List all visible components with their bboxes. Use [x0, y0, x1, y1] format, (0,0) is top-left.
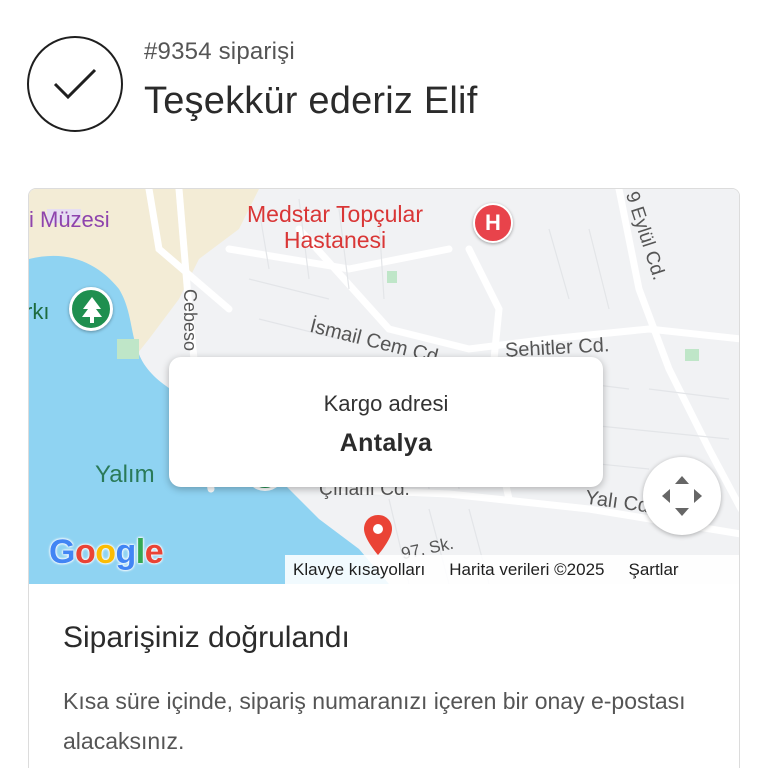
- google-logo-letter: o: [74, 533, 96, 571]
- fullscreen-button[interactable]: [643, 457, 721, 535]
- confirmation-description: Kısa süre içinde, sipariş numaranızı içe…: [63, 688, 686, 754]
- confirmation-title: Siparişiniz doğrulandı: [63, 621, 350, 654]
- google-logo-letter: l: [135, 533, 145, 571]
- google-logo: Google: [49, 533, 164, 572]
- google-logo-letter: g: [115, 533, 137, 571]
- expand-arrows-icon: [662, 476, 702, 516]
- map-attribution-bar: Klavye kısayolları Harita verileri ©2025…: [285, 555, 739, 584]
- shipping-address-bubble: Kargo adresi Antalya: [169, 357, 603, 487]
- order-number: #9354 siparişi: [144, 38, 295, 65]
- thank-you-heading: Teşekkür ederiz Elif: [144, 80, 478, 122]
- hospital-icon[interactable]: H: [473, 203, 513, 243]
- park-tree-icon[interactable]: [69, 287, 113, 331]
- shipping-address-city: Antalya: [339, 429, 433, 457]
- order-status-card: i Müzesi Medstar Topçular Hastanesi H rk…: [28, 188, 740, 768]
- checkmark-icon: [27, 36, 123, 132]
- google-logo-letter: e: [144, 533, 164, 571]
- map-label-park: rkı: [29, 299, 50, 324]
- location-marker-icon[interactable]: [363, 515, 393, 555]
- keyboard-shortcuts-link[interactable]: Klavye kısayolları: [293, 560, 425, 580]
- map-label-hospital: Medstar Topçular Hastanesi: [247, 201, 423, 253]
- map-label-yalim: Yalım: [95, 461, 155, 488]
- map-data-credit: Harita verileri ©2025: [449, 559, 605, 579]
- hospital-name-line2: Hastanesi: [283, 227, 387, 253]
- terms-link[interactable]: Şartlar: [628, 560, 678, 580]
- order-header: #9354 siparişi Teşekkür ederiz Elif: [0, 0, 768, 170]
- map-label-museum: i Müzesi: [29, 207, 110, 232]
- shipping-address-label: Kargo adresi: [323, 391, 449, 416]
- google-logo-letter: G: [49, 533, 75, 571]
- shipping-map[interactable]: i Müzesi Medstar Topçular Hastanesi H rk…: [29, 189, 739, 584]
- hospital-name-line1: Medstar Topçular: [247, 201, 423, 227]
- map-label-cebesoy: Cebeso: [180, 289, 200, 352]
- google-logo-letter: o: [95, 533, 116, 571]
